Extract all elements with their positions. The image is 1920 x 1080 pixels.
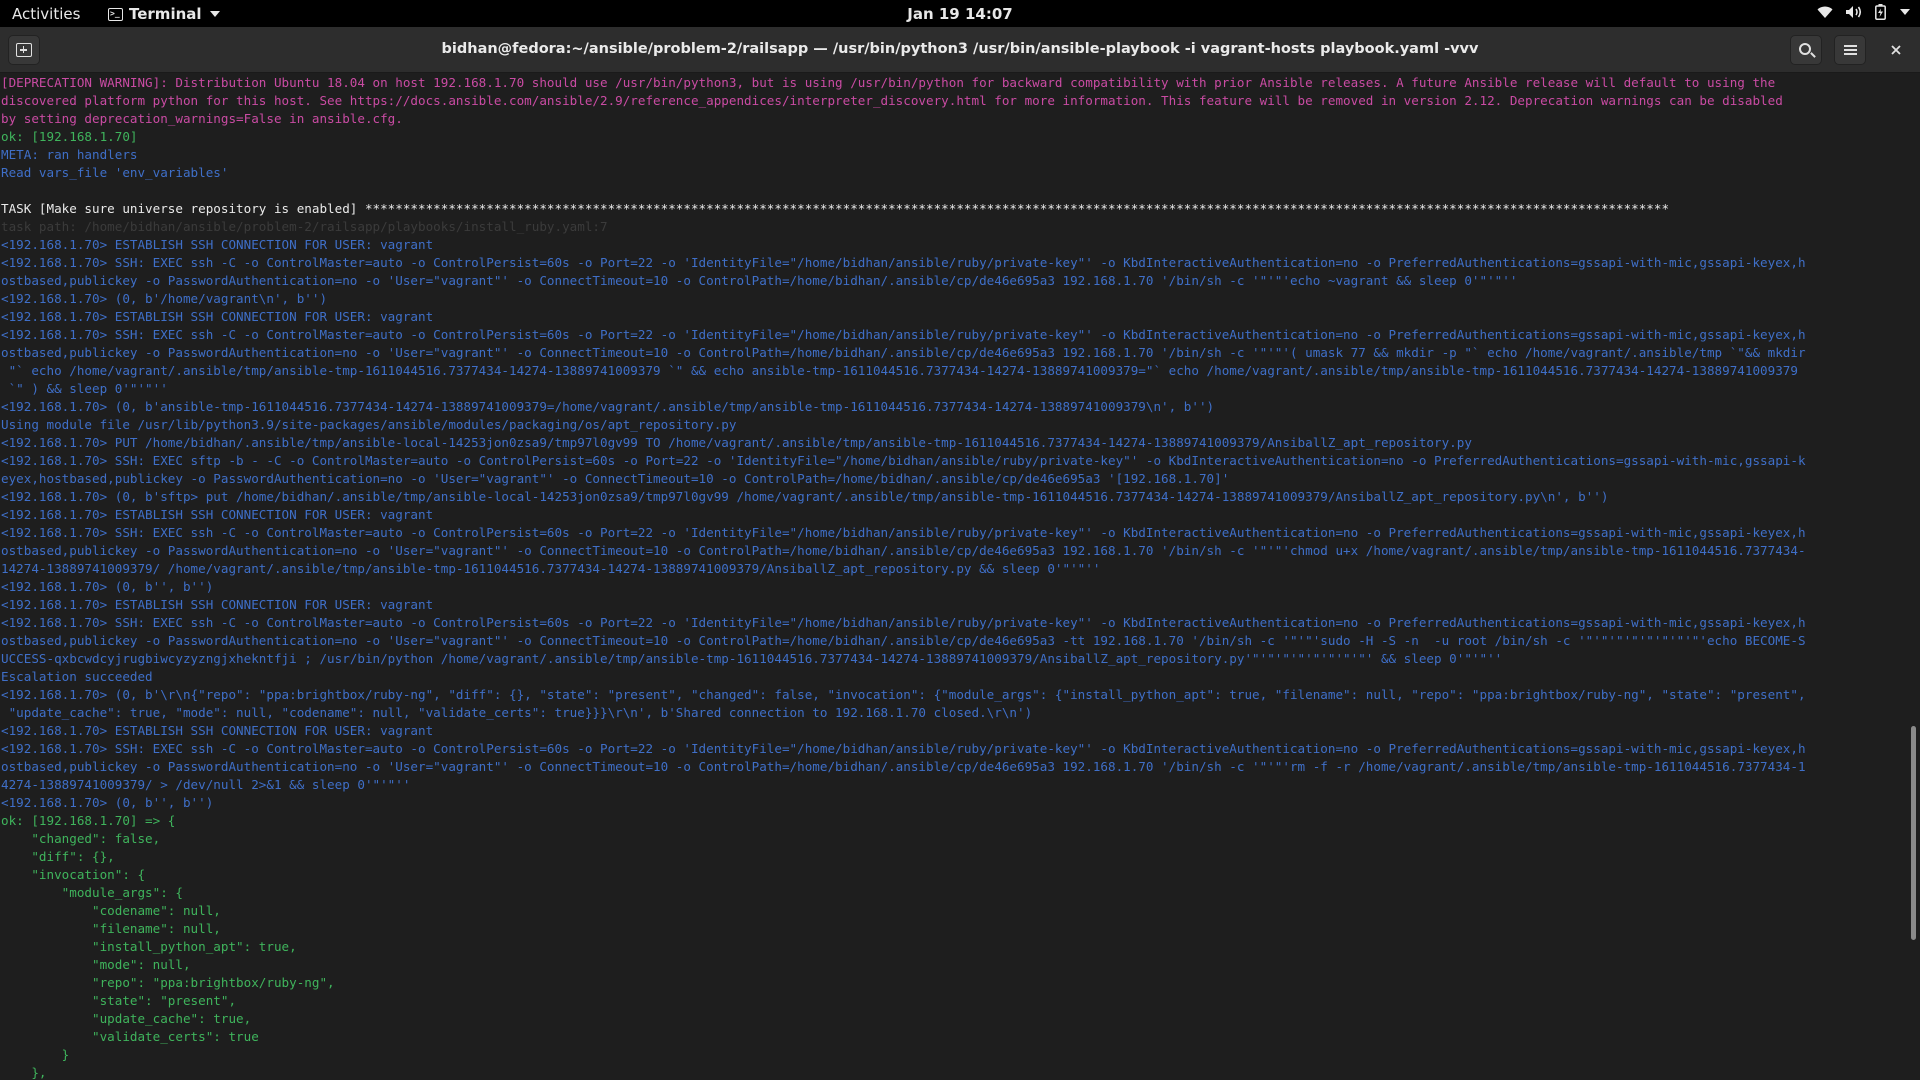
search-button[interactable] bbox=[1790, 35, 1822, 65]
chevron-down-icon bbox=[209, 11, 220, 17]
terminal-line: <192.168.1.70> ESTABLISH SSH CONNECTION … bbox=[1, 507, 434, 522]
terminal-line: <192.168.1.70> ESTABLISH SSH CONNECTION … bbox=[1, 237, 434, 252]
terminal-line: "codename": null, bbox=[1, 903, 221, 918]
terminal-line: "diff": {}, bbox=[1, 849, 115, 864]
new-tab-icon bbox=[16, 43, 32, 57]
app-menu-button[interactable]: >_ Terminal bbox=[108, 5, 220, 23]
terminal-line: TASK [Make sure universe repository is e… bbox=[1, 201, 1670, 216]
terminal-line: <192.168.1.70> ESTABLISH SSH CONNECTION … bbox=[1, 309, 434, 324]
terminal-line: "install_python_apt": true, bbox=[1, 939, 297, 954]
terminal-icon: >_ bbox=[108, 7, 123, 21]
terminal-line: <192.168.1.70> ESTABLISH SSH CONNECTION … bbox=[1, 723, 434, 738]
clock-container: Jan 19 14:07 bbox=[0, 5, 1920, 23]
terminal-line: UCCESS-qxbcwdcyjrugbiwcyzyzngjxhekntfji … bbox=[1, 651, 1503, 666]
terminal-line: ok: [192.168.1.70] bbox=[1, 129, 138, 144]
menu-button[interactable] bbox=[1834, 35, 1866, 65]
terminal-line: "filename": null, bbox=[1, 921, 221, 936]
terminal-line: "validate_certs": true bbox=[1, 1029, 259, 1044]
terminal-line: <192.168.1.70> SSH: EXEC ssh -C -o Contr… bbox=[1, 525, 1806, 540]
terminal-line: <192.168.1.70> SSH: EXEC ssh -C -o Contr… bbox=[1, 327, 1806, 342]
terminal-line: ostbased,publickey -o PasswordAuthentica… bbox=[1, 543, 1806, 558]
wifi-icon bbox=[1817, 6, 1833, 18]
terminal-line: <192.168.1.70> SSH: EXEC ssh -C -o Contr… bbox=[1, 255, 1806, 270]
volume-icon bbox=[1846, 6, 1862, 18]
terminal-line: "changed": false, bbox=[1, 831, 161, 846]
battery-icon bbox=[1875, 4, 1886, 20]
system-tray[interactable] bbox=[1817, 4, 1910, 20]
terminal-headerbar: bidhan@fedora:~/ansible/problem-2/railsa… bbox=[0, 27, 1920, 73]
terminal-line: <192.168.1.70> (0, b'', b'') bbox=[1, 579, 214, 594]
window-title: bidhan@fedora:~/ansible/problem-2/railsa… bbox=[441, 41, 1479, 57]
terminal-line: by setting deprecation_warnings=False in… bbox=[1, 111, 403, 126]
terminal-line: "invocation": { bbox=[1, 867, 146, 882]
terminal-line: Escalation succeeded bbox=[1, 669, 153, 684]
terminal-line: Read vars_file 'env_variables' bbox=[1, 165, 229, 180]
terminal-line: ostbased,publickey -o PasswordAuthentica… bbox=[1, 759, 1806, 774]
hamburger-menu-icon bbox=[1843, 45, 1857, 55]
terminal-line: `" ) && sleep 0'"'"'' bbox=[1, 381, 168, 396]
terminal-line: "state": "present", bbox=[1, 993, 237, 1008]
close-button[interactable] bbox=[1880, 35, 1912, 65]
terminal-line: <192.168.1.70> SSH: EXEC ssh -C -o Contr… bbox=[1, 615, 1806, 630]
terminal-line: "update_cache": true, "mode": null, "cod… bbox=[1, 705, 1033, 720]
terminal-line: <192.168.1.70> (0, b'', b'') bbox=[1, 795, 214, 810]
activities-button[interactable]: Activities bbox=[12, 5, 80, 23]
terminal-line: }, bbox=[1, 1065, 47, 1080]
terminal-line: <192.168.1.70> (0, b'\r\n{"repo": "ppa:b… bbox=[1, 687, 1806, 702]
terminal-line: ok: [192.168.1.70] => { bbox=[1, 813, 176, 828]
terminal-line: task path: /home/bidhan/ansible/problem-… bbox=[1, 219, 608, 234]
terminal-line: ostbased,publickey -o PasswordAuthentica… bbox=[1, 345, 1806, 360]
top-bar: Activities >_ Terminal Jan 19 14:07 bbox=[0, 0, 1920, 27]
terminal-line: <192.168.1.70> SSH: EXEC sftp -b - -C -o… bbox=[1, 453, 1806, 468]
terminal-line: "update_cache": true, bbox=[1, 1011, 252, 1026]
terminal-scrollbar[interactable] bbox=[1911, 726, 1916, 940]
terminal-line: Using module file /usr/lib/python3.9/sit… bbox=[1, 417, 737, 432]
terminal-line: discovered platform python for this host… bbox=[1, 93, 1783, 108]
terminal-line: <192.168.1.70> (0, b'/home/vagrant\n', b… bbox=[1, 291, 328, 306]
terminal-line: <192.168.1.70> PUT /home/bidhan/.ansible… bbox=[1, 435, 1472, 450]
terminal-line: <192.168.1.70> (0, b'ansible-tmp-1611044… bbox=[1, 399, 1215, 414]
terminal-line: "repo": "ppa:brightbox/ruby-ng", bbox=[1, 975, 335, 990]
terminal-line: <192.168.1.70> ESTABLISH SSH CONNECTION … bbox=[1, 597, 434, 612]
app-name: Terminal bbox=[129, 5, 202, 23]
clock[interactable]: Jan 19 14:07 bbox=[907, 5, 1012, 23]
terminal-line: } bbox=[1, 1047, 70, 1062]
terminal-line: 14274-13889741009379/ /home/vagrant/.ans… bbox=[1, 561, 1101, 576]
terminal-line: [DEPRECATION WARNING]: Distribution Ubun… bbox=[1, 75, 1776, 90]
terminal-line: "` echo /home/vagrant/.ansible/tmp/ansib… bbox=[1, 363, 1798, 378]
terminal-line: 4274-13889741009379/ > /dev/null 2>&1 &&… bbox=[1, 777, 411, 792]
terminal-line: eyex,hostbased,publickey -o PasswordAuth… bbox=[1, 471, 1230, 486]
terminal-line: ostbased,publickey -o PasswordAuthentica… bbox=[1, 273, 1518, 288]
system-menu-caret-icon bbox=[1900, 9, 1910, 15]
terminal-line: <192.168.1.70> SSH: EXEC ssh -C -o Contr… bbox=[1, 741, 1806, 756]
terminal-output[interactable]: [DEPRECATION WARNING]: Distribution Ubun… bbox=[0, 74, 1908, 1080]
terminal-line: "module_args": { bbox=[1, 885, 183, 900]
new-tab-button[interactable] bbox=[8, 35, 40, 65]
terminal-line: "mode": null, bbox=[1, 957, 191, 972]
search-icon bbox=[1798, 42, 1811, 55]
terminal-line: <192.168.1.70> (0, b'sftp> put /home/bid… bbox=[1, 489, 1609, 504]
terminal-line: META: ran handlers bbox=[1, 147, 138, 162]
terminal-line: ostbased,publickey -o PasswordAuthentica… bbox=[1, 633, 1806, 648]
close-icon bbox=[1891, 45, 1901, 55]
